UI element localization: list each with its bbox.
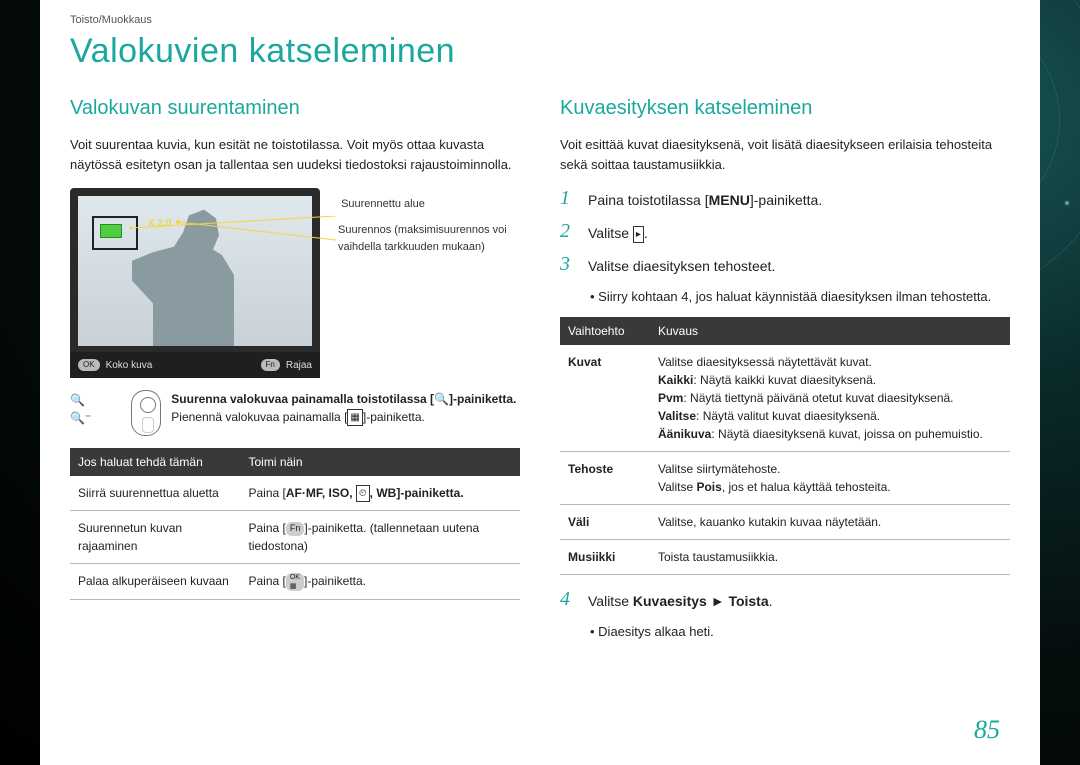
step-number: 3 bbox=[560, 254, 574, 274]
table-row: Palaa alkuperäiseen kuvaan Paina [OK▦]-p… bbox=[70, 564, 520, 600]
table-row: Väli Valitse, kauanko kutakin kuvaa näyt… bbox=[560, 504, 1010, 539]
step-3: 3 Valitse diaesityksen tehosteet. bbox=[560, 254, 1010, 277]
page-number: 85 bbox=[974, 715, 1000, 745]
left-table: Jos haluat tehdä tämän Toimi näin Siirrä… bbox=[70, 448, 520, 600]
step-2: 2 Valitse ▸. bbox=[560, 221, 1010, 244]
step-1: 1 Paina toistotilassa [MENU]-painiketta. bbox=[560, 188, 1010, 211]
callout-zoom-label: Suurennos (maksimisuurennos voi vaihdell… bbox=[338, 222, 538, 255]
zoom-instructions: 🔍 🔍⁻ Suurenna valokuvaa painamalla toist… bbox=[70, 390, 520, 436]
breadcrumb: Toisto/Muokkaus bbox=[40, 0, 1040, 26]
right-th1: Vaihtoehto bbox=[560, 317, 650, 345]
zoom-in-instruction: Suurenna valokuvaa painamalla toistotila… bbox=[171, 390, 516, 408]
step-number: 1 bbox=[560, 188, 574, 208]
zoom-in-icon: 🔍 bbox=[70, 394, 91, 406]
step-3-bullet: Siirry kohtaan 4, jos haluat käynnistää … bbox=[590, 287, 1010, 307]
footer-right-text: Rajaa bbox=[286, 358, 312, 373]
preview-footer: OK Koko kuva Fn Rajaa bbox=[70, 352, 320, 378]
right-heading: Kuvaesityksen katseleminen bbox=[560, 93, 1010, 123]
step-4: 4 Valitse Kuvaesitys ► Toista. bbox=[560, 589, 1010, 612]
camera-preview: X 2.0 OK Koko kuva Fn Rajaa bbox=[70, 188, 320, 378]
fn-pill: Fn bbox=[261, 359, 280, 371]
left-th1: Jos haluat tehdä tämän bbox=[70, 448, 241, 476]
zoom-dial-icon bbox=[131, 390, 161, 436]
left-intro: Voit suurentaa kuvia, kun esität ne tois… bbox=[70, 135, 520, 174]
zoom-area-highlight bbox=[100, 224, 122, 238]
kuvat-desc: Valitse diaesityksessä näytettävät kuvat… bbox=[650, 345, 1010, 452]
page-title: Valokuvien katseleminen bbox=[40, 26, 1040, 93]
photo-area: X 2.0 bbox=[78, 196, 312, 346]
right-table: Vaihtoehto Kuvaus Kuvat Valitse diaesity… bbox=[560, 317, 1010, 575]
zoom-out-instruction: Pienennä valokuvaa painamalla [▦]-painik… bbox=[171, 408, 516, 426]
callout-area-label: Suurennettu alue bbox=[338, 196, 425, 213]
right-th2: Kuvaus bbox=[650, 317, 1010, 345]
left-th2: Toimi näin bbox=[241, 448, 521, 476]
table-row: Tehoste Valitse siirtymätehoste.Valitse … bbox=[560, 451, 1010, 504]
footer-left-text: Koko kuva bbox=[106, 358, 153, 373]
table-row: Kuvat Valitse diaesityksessä näytettävät… bbox=[560, 345, 1010, 452]
table-row: Siirrä suurennettua aluetta Paina [AF·MF… bbox=[70, 476, 520, 511]
magnify-icons: 🔍 🔍⁻ bbox=[70, 390, 91, 424]
left-column: Valokuvan suurentaminen Voit suurentaa k… bbox=[70, 93, 520, 651]
right-column: Kuvaesityksen katseleminen Voit esittää … bbox=[560, 93, 1010, 651]
left-heading: Valokuvan suurentaminen bbox=[70, 93, 520, 123]
ok-key-icon: OK▦ bbox=[286, 573, 304, 591]
step-number: 4 bbox=[560, 589, 574, 609]
timer-icon: ⏲ bbox=[356, 485, 370, 502]
table-row: Musiikki Toista taustamusiikkia. bbox=[560, 539, 1010, 574]
step-number: 2 bbox=[560, 221, 574, 241]
zoom-ratio-label: X 2.0 bbox=[148, 216, 171, 231]
zoom-out-icon: 🔍⁻ bbox=[70, 412, 91, 424]
ok-pill: OK bbox=[78, 359, 100, 371]
play-icon: ▸ bbox=[633, 226, 644, 243]
thumbnail-icon: ▦ bbox=[347, 409, 362, 426]
fn-key-icon: Fn bbox=[286, 522, 305, 536]
document-page: Toisto/Muokkaus Valokuvien katseleminen … bbox=[40, 0, 1040, 765]
step-4-bullet: Diaesitys alkaa heti. bbox=[590, 622, 1010, 642]
right-intro: Voit esittää kuvat diaesityksenä, voit l… bbox=[560, 135, 1010, 174]
table-row: Suurennetun kuvan rajaaminen Paina [Fn]-… bbox=[70, 511, 520, 564]
